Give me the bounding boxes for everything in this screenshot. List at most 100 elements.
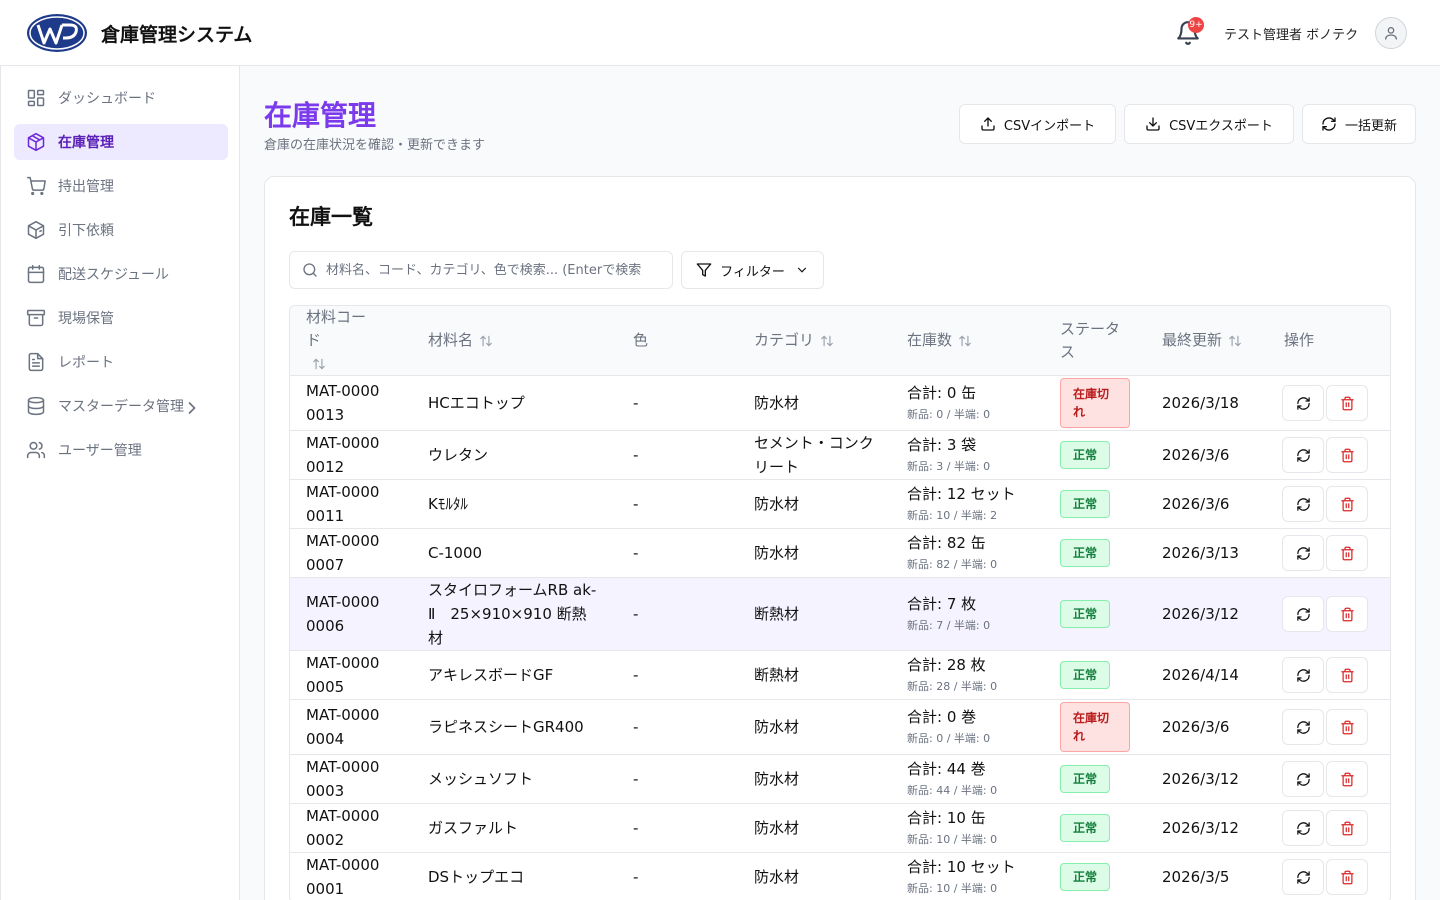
cell-actions	[1268, 430, 1390, 480]
cell-stock: 合計: 44 巻新品: 44 / 半端: 0	[891, 754, 1044, 804]
column-header-stock[interactable]: 在庫数	[891, 306, 1044, 376]
status-badge: 正常	[1060, 441, 1111, 469]
refresh-icon	[1296, 396, 1310, 410]
sidebar-item-master-data[interactable]: マスターデータ管理	[14, 388, 228, 424]
cell-updated: 2026/3/6	[1146, 430, 1268, 480]
column-header-code[interactable]: 材料コード	[290, 306, 412, 376]
cell-name: ガスファルト	[412, 803, 617, 853]
csv-import-button[interactable]: CSVインポート	[959, 104, 1116, 144]
column-header-color: 色	[617, 306, 738, 376]
sidebar-item-dashboard[interactable]: ダッシュボード	[14, 80, 228, 116]
refresh-icon	[1296, 607, 1310, 621]
delete-button[interactable]	[1326, 437, 1368, 473]
sort-icon	[959, 335, 971, 346]
main-content: 在庫管理 倉庫の在庫状況を確認・更新できます CSVインポート CSVエクスポー…	[240, 66, 1440, 900]
status-badge: 正常	[1060, 814, 1111, 842]
delete-button[interactable]	[1326, 596, 1368, 632]
delete-button[interactable]	[1326, 709, 1368, 745]
update-stock-button[interactable]	[1282, 709, 1324, 745]
refresh-icon	[1296, 497, 1310, 511]
update-stock-button[interactable]	[1282, 596, 1324, 632]
update-stock-button[interactable]	[1282, 810, 1324, 846]
column-header-updated[interactable]: 最終更新	[1146, 306, 1268, 376]
avatar[interactable]	[1375, 17, 1407, 49]
cell-category: 防水材	[738, 479, 891, 529]
refresh-icon	[1296, 448, 1310, 462]
cell-stock: 合計: 7 枚新品: 7 / 半端: 0	[891, 577, 1044, 651]
sidebar-item-site-storage[interactable]: 現場保管	[14, 300, 228, 336]
cell-color: -	[633, 868, 639, 887]
bulk-update-label: 一括更新	[1344, 118, 1397, 134]
filter-button[interactable]: フィルター	[681, 251, 824, 289]
delete-button[interactable]	[1326, 657, 1368, 693]
table-row[interactable]: MAT-00000011 Kﾓﾙﾀﾙ - 防水材 合計: 12 セット 新品: 10 / …	[290, 479, 1390, 529]
cell-name: Kﾓﾙﾀﾙ	[412, 479, 617, 529]
delete-button[interactable]	[1326, 535, 1368, 571]
column-header-category[interactable]: カテゴリ	[738, 306, 891, 376]
user-name[interactable]: テスト管理者 ボノテク	[1224, 24, 1358, 43]
cell-actions	[1268, 803, 1390, 853]
refresh-icon	[1322, 117, 1336, 131]
cell-status: 正常	[1044, 430, 1146, 480]
table-row[interactable]: MAT-00000001 DSトップエコ - 防水材 合計: 10 セット 新品: 10 …	[290, 853, 1390, 900]
table-row[interactable]: MAT-00000005 アキレスボードGF - 断熱材 合計: 28 枚新品: 28 …	[290, 650, 1390, 700]
cell-color: -	[617, 577, 738, 651]
update-stock-button[interactable]	[1282, 859, 1324, 896]
update-stock-button[interactable]	[1282, 761, 1324, 797]
sidebar-item-report[interactable]: レポート	[14, 344, 228, 380]
table-row[interactable]: MAT-00000004 ラピネスシートGR400- 防水材 合計: 0 巻新品: 0…	[290, 699, 1390, 755]
update-stock-button[interactable]	[1282, 385, 1324, 421]
trash-icon	[1340, 821, 1354, 835]
cell-status: 正常	[1044, 479, 1146, 529]
update-stock-button[interactable]	[1282, 437, 1324, 473]
table-row[interactable]: MAT-00000006 スタイロフォームRB ak-Ⅱ 25×910×910 断…	[290, 577, 1390, 651]
table-row[interactable]: MAT-00000003 メッシュソフト - 防水材 合計: 44 巻新品: 44 / …	[290, 754, 1390, 804]
sidebar-item-checkout[interactable]: 持出管理	[14, 168, 228, 204]
logo-icon[interactable]	[26, 13, 88, 53]
csv-export-button[interactable]: CSVエクスポート	[1124, 104, 1294, 144]
cell-actions	[1268, 853, 1390, 900]
search-box[interactable]	[289, 251, 673, 289]
cell-color: -	[617, 528, 738, 578]
search-input[interactable]	[326, 262, 666, 278]
update-stock-button[interactable]	[1282, 486, 1324, 522]
sidebar-item-pickup-request[interactable]: 引下依頼	[14, 212, 228, 248]
bulk-update-button[interactable]: 一括更新	[1302, 104, 1416, 144]
table-row[interactable]: MAT-00000012 ウレタン - セメント・コンクリート 合計: 3 袋新品: 3…	[290, 430, 1390, 480]
cell-status: 正常	[1044, 803, 1146, 853]
sidebar-item-delivery-schedule[interactable]: 配送スケジュール	[14, 256, 228, 292]
refresh-icon	[1296, 546, 1310, 560]
cell-status: 在庫切れ	[1044, 375, 1146, 431]
sidebar-item-label: 在庫管理	[58, 135, 114, 151]
cell-status: 正常	[1044, 577, 1146, 651]
delete-button[interactable]	[1326, 810, 1368, 846]
cell-code: MAT-00000012	[290, 430, 412, 480]
cell-updated: 2026/3/12	[1146, 754, 1268, 804]
upload-icon	[981, 117, 995, 131]
update-stock-button[interactable]	[1282, 657, 1324, 693]
status-badge: 正常	[1060, 863, 1111, 892]
delete-button[interactable]	[1326, 385, 1368, 421]
delete-button[interactable]	[1326, 859, 1368, 896]
sidebar-item-label: 持出管理	[58, 179, 114, 195]
table-row[interactable]: MAT-00000013 HCエコトップ - 防水材 合計: 0 缶新品: 0 / 半端…	[290, 375, 1390, 431]
delete-button[interactable]	[1326, 761, 1368, 797]
column-header-name[interactable]: 材料名	[412, 306, 617, 376]
calendar-icon	[27, 264, 45, 284]
sidebar-item-user-management[interactable]: ユーザー管理	[14, 432, 228, 468]
document-icon	[28, 352, 44, 372]
table-row[interactable]: MAT-00000002 ガスファルト - 防水材 合計: 10 缶新品: 10 / 半…	[290, 803, 1390, 853]
update-stock-button[interactable]	[1282, 535, 1324, 571]
search-icon	[303, 263, 317, 277]
table-row[interactable]: MAT-00000007 C-1000- 防水材 合計: 82 缶新品: 82 / 半…	[290, 528, 1390, 578]
box-icon	[27, 132, 45, 152]
package-icon	[27, 220, 45, 240]
cell-name: ウレタン	[412, 430, 617, 480]
cell-code: MAT-00000004	[290, 699, 412, 755]
delete-button[interactable]	[1326, 486, 1368, 522]
status-badge: 正常	[1060, 661, 1111, 689]
sidebar-item-inventory[interactable]: 在庫管理	[14, 124, 228, 160]
sidebar-item-label: ユーザー管理	[58, 443, 142, 459]
trash-icon	[1340, 870, 1354, 885]
cell-status: 正常	[1044, 650, 1146, 700]
